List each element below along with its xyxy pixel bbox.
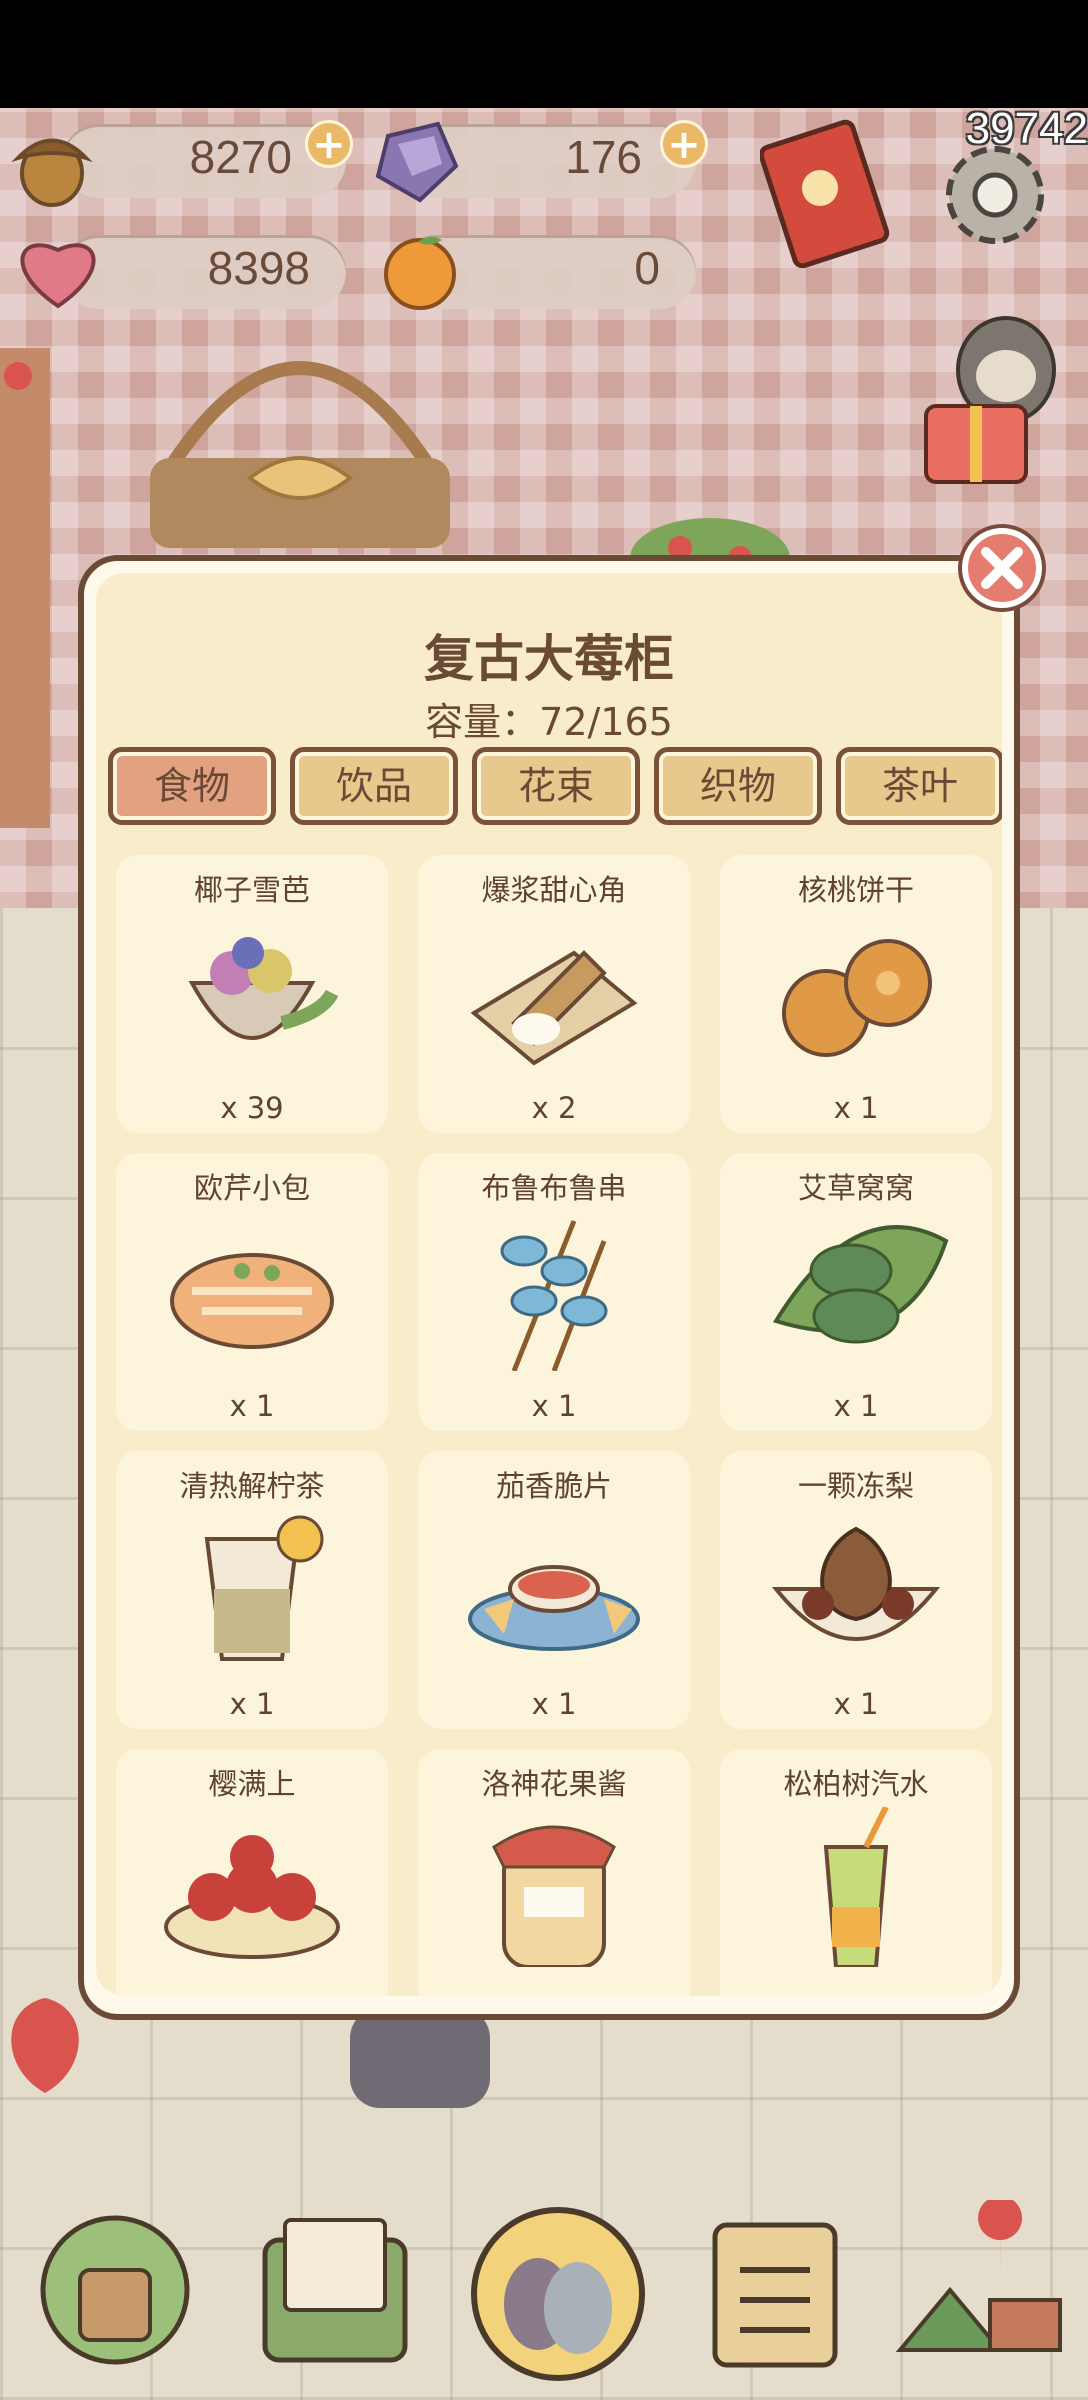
item-card[interactable]: 艾草窝窝 x 1 [720, 1153, 992, 1431]
item-card[interactable]: 爆浆甜心角 x 2 [418, 855, 690, 1133]
tab-bouquets[interactable]: 花束 [472, 747, 640, 825]
item-name: 樱满上 [208, 1767, 296, 1801]
item-name: 椰子雪芭 [193, 873, 310, 907]
mugwort-bun-icon [772, 1225, 949, 1344]
item-card[interactable]: 樱满上 [116, 1749, 388, 1996]
heart-icon [20, 243, 96, 309]
tab-label: 织物 [699, 764, 776, 808]
basket-decoration [150, 361, 450, 548]
inventory-panel: 复古大莓柜 容量：72/165 食物 饮品 花束 织物 茶叶 椰子雪芭 x 39… [78, 555, 1020, 2020]
item-card[interactable]: 洛神花果酱 [418, 1749, 690, 1996]
item-count: x 1 [531, 1389, 577, 1423]
item-card[interactable]: 核桃饼干 x 1 [720, 855, 992, 1133]
inventory-panel-body: 复古大莓柜 容量：72/165 食物 饮品 花束 织物 茶叶 椰子雪芭 x 39… [96, 573, 1002, 1996]
cream-cone-icon [470, 950, 638, 1066]
strawberry-decoration [11, 1998, 79, 2093]
item-name: 布鲁布鲁串 [481, 1171, 627, 1205]
item-name: 艾草窝窝 [797, 1171, 914, 1205]
coconut-sorbet-icon [188, 937, 339, 1040]
mail-icon[interactable] [250, 2200, 420, 2370]
friends-icon[interactable] [468, 2204, 648, 2384]
tab-fabrics[interactable]: 织物 [654, 747, 822, 825]
tab-drinks[interactable]: 饮品 [290, 747, 458, 825]
tab-label: 茶叶 [881, 764, 958, 808]
close-icon [981, 547, 1023, 589]
item-card[interactable]: 松柏树汽水 [720, 1749, 992, 1996]
item-card[interactable]: 布鲁布鲁串 x 1 [418, 1153, 690, 1431]
capacity-label: 容量：72/165 [425, 700, 673, 744]
acorn-icon [11, 138, 93, 207]
gift-sloth-icon[interactable] [916, 310, 1066, 490]
acorn-value: 8270 [189, 131, 292, 183]
frozen-pear-icon [771, 1526, 941, 1641]
item-card[interactable]: 茄香脆片 x 1 [418, 1451, 690, 1729]
house-icon[interactable] [30, 2200, 200, 2370]
item-name: 茄香脆片 [495, 1469, 612, 1503]
candy-skewer-icon [500, 1220, 608, 1371]
tab-food[interactable]: 食物 [108, 747, 276, 825]
tasks-icon[interactable] [690, 2200, 860, 2370]
tab-label: 花束 [517, 764, 594, 808]
orange-icon [384, 236, 456, 310]
cherry-tart-icon [164, 1835, 340, 1959]
parsley-bun-icon [170, 1253, 334, 1349]
recipe-book-icon[interactable] [760, 118, 890, 268]
heart-counter: 8398 [62, 235, 346, 309]
add-gems-button[interactable]: + [660, 120, 708, 168]
item-card[interactable]: 欧芹小包 x 1 [116, 1153, 388, 1431]
item-name: 洛神花果酱 [481, 1767, 627, 1801]
item-count: x 39 [220, 1091, 284, 1125]
item-count: x 2 [531, 1091, 577, 1125]
tab-tea[interactable]: 茶叶 [836, 747, 1002, 825]
pine-soda-icon [823, 1807, 889, 1967]
item-name: 清热解柠茶 [179, 1469, 325, 1503]
chips-dip-icon [468, 1565, 640, 1651]
tab-label: 食物 [153, 764, 230, 808]
purple-gem-icon [375, 121, 459, 203]
item-card[interactable]: 一颗冻梨 x 1 [720, 1451, 992, 1729]
item-count: x 1 [833, 1091, 879, 1125]
item-count: x 1 [833, 1687, 879, 1721]
item-card[interactable]: 清热解柠茶 x 1 [116, 1451, 388, 1729]
walnut-cookie-icon [782, 939, 932, 1057]
tab-label: 饮品 [335, 764, 412, 808]
item-name: 欧芹小包 [193, 1171, 310, 1205]
item-card[interactable]: 椰子雪芭 x 39 [116, 855, 388, 1133]
gem-value: 176 [565, 131, 642, 183]
cat-character[interactable] [330, 2008, 510, 2118]
item-count: x 1 [531, 1687, 577, 1721]
item-name: 核桃饼干 [797, 873, 914, 907]
item-count: x 1 [229, 1687, 275, 1721]
heart-value: 8398 [207, 242, 310, 294]
lemon-tea-icon [204, 1515, 324, 1661]
item-name: 爆浆甜心角 [481, 873, 627, 907]
item-count: x 1 [229, 1389, 275, 1423]
item-name: 一颗冻梨 [797, 1469, 914, 1503]
panel-title: 复古大莓柜 [424, 630, 674, 688]
acorn-counter: 8270 [62, 124, 346, 198]
item-name: 松柏树汽水 [783, 1767, 929, 1801]
item-count: x 1 [833, 1389, 879, 1423]
roselle-jam-icon [492, 1825, 616, 1967]
orange-value: 0 [634, 242, 660, 294]
close-button[interactable] [962, 528, 1042, 608]
add-acorns-button[interactable]: + [305, 120, 353, 168]
score-counter: 39742 [965, 104, 1088, 153]
map-icon[interactable] [890, 2200, 1080, 2370]
curtain-decoration [0, 348, 50, 828]
